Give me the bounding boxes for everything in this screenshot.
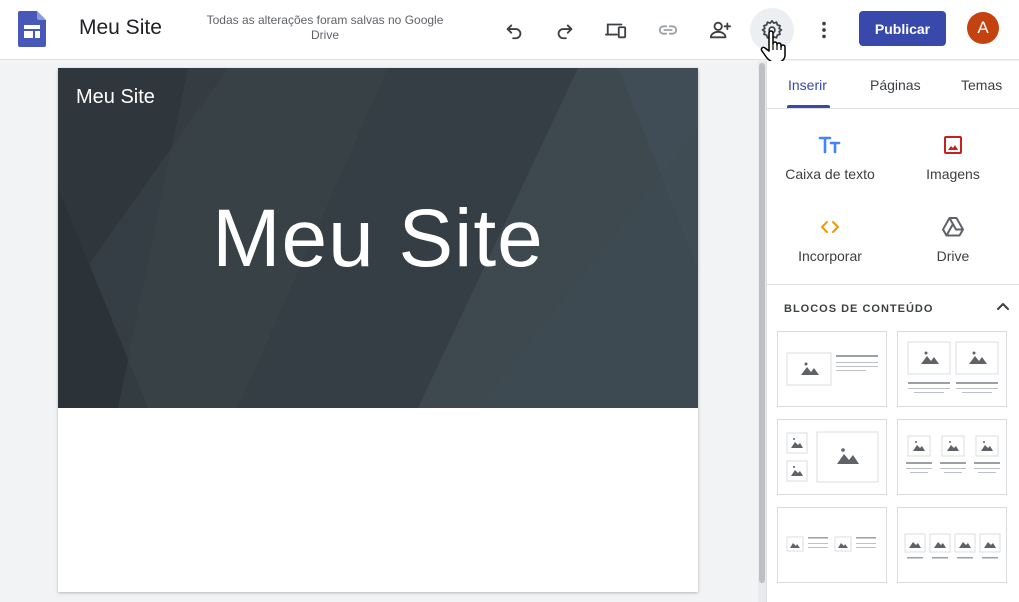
more-vert-icon (822, 21, 826, 39)
share-button[interactable] (698, 8, 742, 52)
content-block-two-image-text[interactable] (777, 507, 887, 583)
side-panel: Inserir Páginas Temas Caixa de texto Ima… (766, 61, 1019, 602)
content-blocks-title: BLOCOS DE CONTEÚDO (784, 303, 934, 315)
insert-text-box[interactable]: Caixa de texto (775, 133, 885, 182)
insert-drive[interactable]: Drive (898, 215, 1008, 264)
content-block-image-text[interactable] (777, 331, 887, 407)
account-avatar[interactable]: A (967, 12, 999, 44)
insert-images[interactable]: Imagens (898, 133, 1008, 182)
undo-icon (506, 24, 522, 40)
tab-pages[interactable]: Páginas (870, 77, 921, 93)
block-layout-preview-icon (786, 536, 876, 552)
content-block-gallery[interactable] (777, 419, 887, 495)
insert-drive-label: Drive (936, 248, 970, 264)
copy-link-button[interactable] (646, 8, 690, 52)
insert-images-label: Imagens (926, 166, 980, 182)
undo-button[interactable] (492, 8, 536, 52)
editor-canvas[interactable]: Meu Site Meu Site (0, 61, 758, 602)
section-divider (767, 284, 1019, 285)
save-status-text: Todas as alterações foram salvas no Goog… (206, 13, 444, 42)
canvas-scrollbar[interactable] (758, 61, 766, 602)
more-options-button[interactable] (802, 8, 846, 52)
share-person-add-icon (709, 21, 731, 39)
redo-icon (557, 24, 573, 40)
active-tab-indicator (787, 105, 830, 108)
content-block-three-columns[interactable] (897, 419, 1007, 495)
tab-themes[interactable]: Temas (961, 77, 1002, 93)
link-icon (658, 25, 678, 35)
publish-button[interactable]: Publicar (859, 11, 946, 46)
page-header-banner[interactable]: Meu Site Meu Site (58, 68, 698, 408)
image-icon (944, 136, 962, 154)
hand-pointer-cursor-icon (760, 30, 786, 63)
block-layout-preview-icon (906, 435, 1000, 473)
top-bar: Meu Site Todas as alterações foram salva… (0, 0, 1019, 60)
embed-icon (821, 221, 839, 233)
tab-insert[interactable]: Inserir (788, 77, 827, 93)
drive-icon (942, 217, 964, 237)
insert-text-box-label: Caixa de texto (785, 166, 875, 182)
insert-embed[interactable]: Incorporar (775, 215, 885, 264)
block-layout-preview-icon (786, 431, 879, 483)
block-layout-preview-icon (904, 533, 1001, 559)
page-hero-title[interactable]: Meu Site (58, 192, 698, 286)
block-layout-preview-icon (786, 352, 878, 386)
text-box-icon (818, 136, 841, 154)
preview-button[interactable] (594, 8, 638, 52)
page-nav-site-title[interactable]: Meu Site (76, 86, 155, 109)
panel-tabs: Inserir Páginas Temas (767, 61, 1019, 109)
site-title[interactable]: Meu Site (79, 16, 162, 40)
chevron-up-icon[interactable] (993, 297, 1013, 317)
site-page[interactable]: Meu Site Meu Site (58, 68, 698, 592)
redo-button[interactable] (543, 8, 587, 52)
block-layout-preview-icon (907, 341, 999, 393)
content-block-two-images[interactable] (897, 331, 1007, 407)
canvas-scroll-thumb[interactable] (759, 63, 765, 583)
preview-devices-icon (605, 23, 627, 39)
insert-embed-label: Incorporar (798, 248, 862, 264)
google-sites-logo-icon[interactable] (18, 11, 46, 47)
content-block-four-columns[interactable] (897, 507, 1007, 583)
